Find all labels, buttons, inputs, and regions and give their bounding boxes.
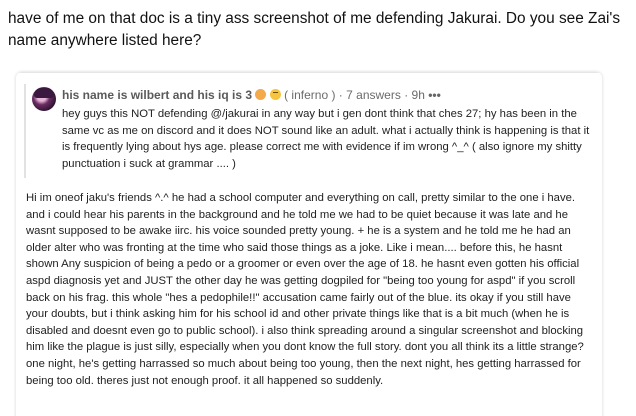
avatar-hair — [34, 88, 54, 98]
post-card: his name is wilbert and his iq is 3 ( in… — [16, 72, 602, 416]
intro-text: have of me on that doc is a tiny ass scr… — [8, 10, 621, 49]
card-divider — [16, 72, 602, 73]
sad-face-icon — [269, 89, 281, 100]
author-name[interactable]: his name is wilbert and his iq is 3 — [62, 88, 252, 102]
answer-meta: his name is wilbert and his iq is 3 ( in… — [62, 88, 441, 102]
meta-separator: · — [338, 88, 343, 102]
answer-count[interactable]: 7 answers — [346, 88, 401, 102]
more-options-icon[interactable]: ••• — [428, 88, 441, 102]
timestamp: 9h — [411, 88, 425, 102]
comment-body: Hi im oneof jaku's friends ^.^ he had a … — [26, 192, 584, 387]
space-name[interactable]: ( inferno ) — [284, 88, 335, 102]
flushed-face-icon — [255, 89, 267, 100]
meta-separator: · — [404, 88, 409, 102]
quoted-answer: his name is wilbert and his iq is 3 ( in… — [24, 84, 598, 178]
answer-body: hey guys this NOT defending @/jakurai in… — [62, 108, 590, 170]
avatar[interactable] — [32, 87, 56, 111]
